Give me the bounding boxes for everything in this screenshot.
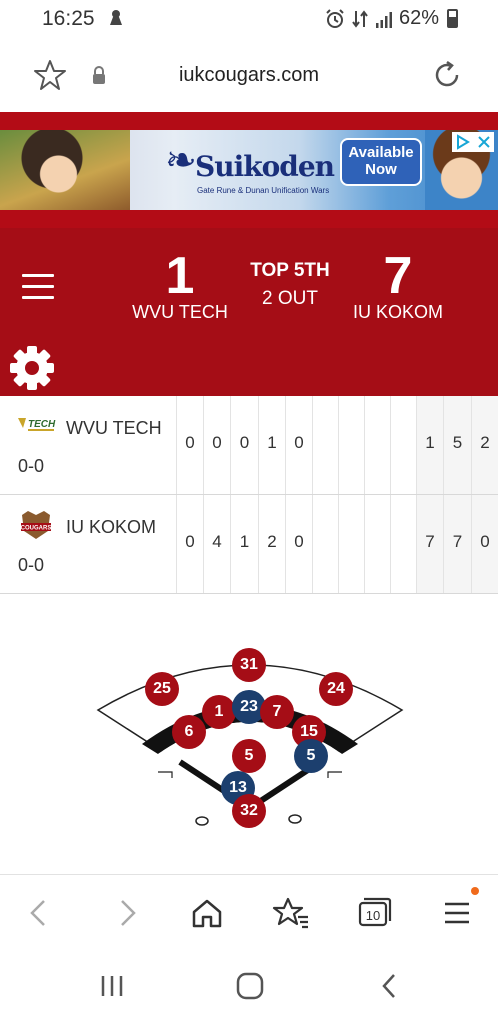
reload-icon[interactable] [430,58,464,97]
inning-score [364,495,390,593]
home-icon[interactable] [187,893,227,933]
player-marker[interactable]: 24 [319,672,353,706]
away-team-name: WVU TECH [132,302,228,322]
inning-score: 4 [203,495,230,593]
battery-icon [447,9,458,28]
runs-total: 1 [416,396,443,494]
cougars-logo: COUGARS [18,509,54,541]
notification-icon [108,8,124,31]
player-marker[interactable]: 7 [260,695,294,729]
inning-score: 0 [230,396,258,494]
hits-total: 5 [443,396,471,494]
ad-character-art [0,130,130,210]
battery-percent: 62% [398,7,439,29]
wvu-tech-logo: TECH [18,416,56,432]
errors-total: 0 [471,495,498,593]
inning-score: 0 [285,396,312,494]
gear-icon[interactable] [8,344,56,397]
notification-dot [471,887,479,895]
inning-score [390,396,416,494]
runs-total: 7 [416,495,443,593]
home-button-icon[interactable] [234,970,266,1007]
player-marker[interactable]: 1 [202,695,236,729]
ad-image[interactable]: ❧ Suikoden Gate Rune & Dunan Unification… [0,130,498,210]
tabs-icon[interactable]: 10 [354,893,394,933]
scoreboard-header: 1 WVU TECH TOP 5TH 2 OUT 7 IU KOKOM [0,228,498,396]
ad-choices-icon[interactable] [452,132,494,152]
inning-score: 0 [176,396,203,494]
player-marker[interactable]: 5 [232,739,266,773]
inning-score: 0 [285,495,312,593]
player-marker[interactable]: 25 [145,672,179,706]
inning-score: 1 [258,396,285,494]
team-record: 0-0 [18,555,45,575]
player-marker[interactable]: 32 [232,794,266,828]
ad-banner[interactable]: ❧ Suikoden Gate Rune & Dunan Unification… [0,112,498,228]
status-time: 16:25 [42,7,95,30]
hits-total: 7 [443,495,471,593]
team-cell: TECH WVU TECH 0-0 [0,396,176,494]
linescore-table: TECH WVU TECH 0-0 0 0 0 1 0 1 5 2 COUGAR… [0,396,498,594]
svg-text:10: 10 [366,908,380,923]
home-score: 7 [383,247,413,305]
errors-total: 2 [471,396,498,494]
signal-icon [375,11,392,28]
inning-score: 0 [176,495,203,593]
url-address[interactable]: iukcougars.com [0,64,498,87]
svg-text:COUGARS: COUGARS [21,526,52,532]
team-record: 0-0 [18,456,45,476]
recent-apps-icon[interactable] [96,970,128,1007]
team-cell: COUGARS IU KOKOM 0-0 [0,495,176,593]
hamburger-menu-icon[interactable] [22,274,54,300]
inning-score: 1 [230,495,258,593]
player-marker[interactable]: 6 [172,715,206,749]
away-score: 1 [165,247,195,305]
team-name: WVU TECH [66,418,162,438]
linescore-row-away: TECH WVU TECH 0-0 0 0 0 1 0 1 5 2 [0,396,498,495]
forward-icon[interactable] [106,893,146,933]
home-team-name: IU KOKOM [352,302,443,322]
system-back-icon[interactable] [374,970,406,1007]
browser-bottom-nav: 10 [0,874,498,946]
inning-score [312,495,338,593]
ad-logo: ❧ Suikoden Gate Rune & Dunan Unification… [165,138,335,202]
inning-score: 2 [258,495,285,593]
linescore-row-home: COUGARS IU KOKOM 0-0 0 4 1 2 0 7 7 0 [0,495,498,594]
ad-brand: Suikoden [195,150,335,183]
player-marker[interactable]: 31 [232,648,266,682]
runner-marker[interactable]: 5 [294,739,328,773]
back-icon[interactable] [20,893,60,933]
field-diagram: 31 25 24 6 1 23 7 15 5 5 13 32 [80,640,420,840]
inning-score [338,495,364,593]
ad-cta[interactable]: Available Now [340,138,422,186]
data-transfer-icon [352,9,368,28]
inning-score [338,396,364,494]
bookmarks-icon[interactable] [272,893,312,933]
status-indicators: 62% [325,7,458,30]
inning-status: TOP 5TH [250,260,330,281]
alarm-icon [326,8,344,28]
status-bar: 16:25 62% [0,0,498,40]
inning-score: 0 [203,396,230,494]
outs-count: 2 OUT [262,288,318,309]
ad-logo-mark: ❧ [165,138,197,182]
ad-subtitle: Gate Rune & Dunan Unification Wars [197,186,330,195]
system-nav-bar [0,946,498,1023]
inning-score [364,396,390,494]
inning-score [312,396,338,494]
inning-score [390,495,416,593]
team-name: IU KOKOM [66,517,157,537]
svg-text:TECH: TECH [28,419,56,430]
menu-icon[interactable] [437,893,477,933]
